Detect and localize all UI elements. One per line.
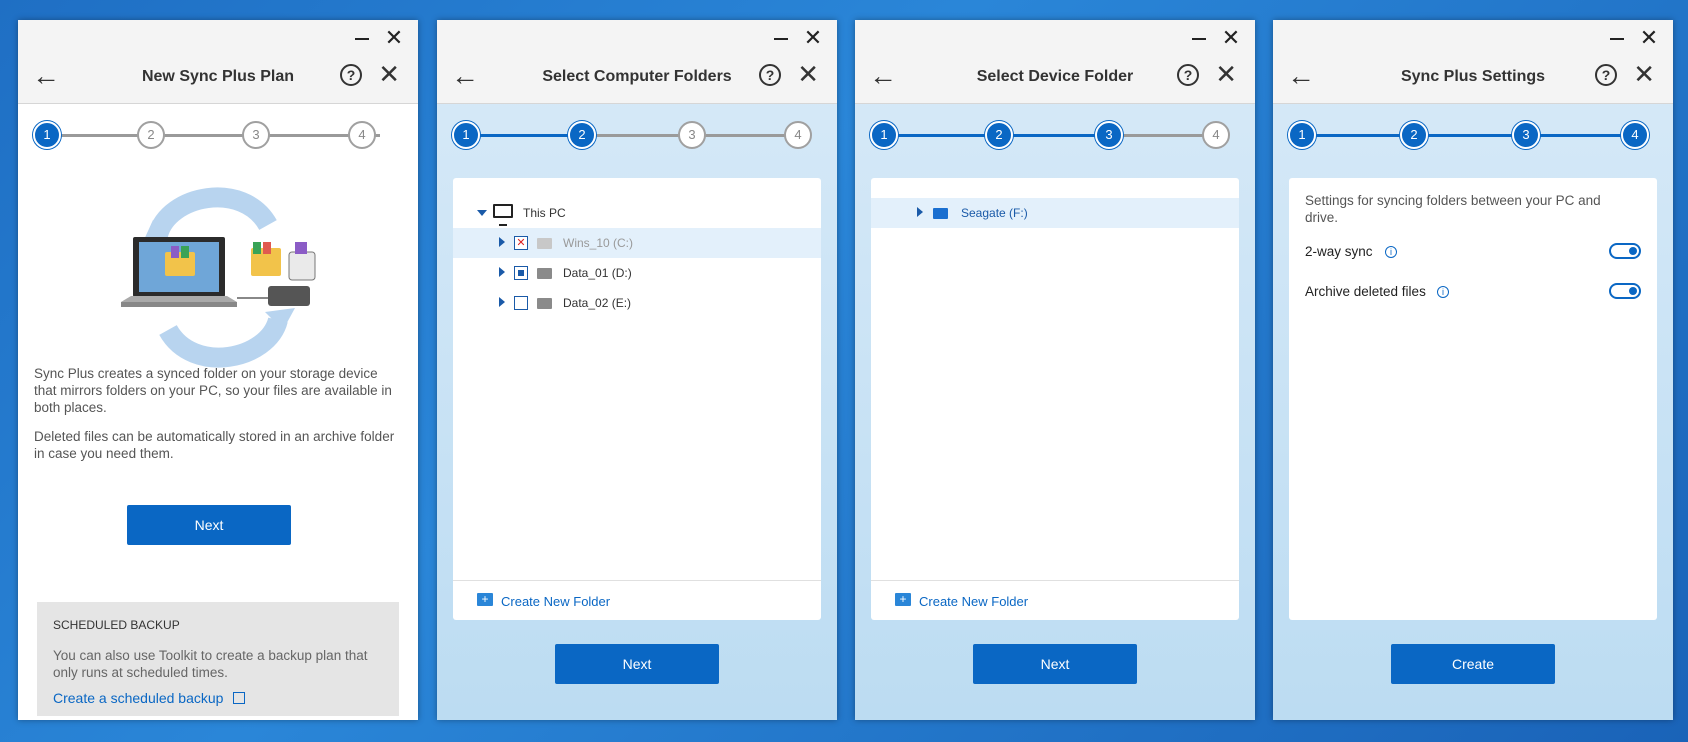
tree-device-f[interactable]: Seagate (F:) bbox=[871, 198, 1239, 228]
window-close-icon[interactable]: ✕ bbox=[801, 27, 825, 49]
caret-down-icon[interactable] bbox=[477, 210, 487, 216]
step-4: 4 bbox=[1621, 121, 1649, 149]
partial-checkbox[interactable] bbox=[514, 266, 528, 280]
folder-icon bbox=[537, 298, 552, 309]
step-3: 3 bbox=[1512, 121, 1540, 149]
create-new-folder-link[interactable]: Create New Folder bbox=[919, 594, 1028, 609]
step-track-progress bbox=[1315, 134, 1635, 137]
caret-right-icon[interactable] bbox=[917, 207, 923, 217]
info-icon[interactable]: i bbox=[1385, 246, 1397, 258]
step-3: 3 bbox=[1095, 121, 1123, 149]
panel-sync-plus-settings: ✕ ← Sync Plus Settings ? ✕ 1 2 3 4 Setti… bbox=[1273, 20, 1673, 720]
stepper: 1 2 3 4 bbox=[1273, 104, 1673, 164]
close-icon[interactable]: ✕ bbox=[1633, 60, 1655, 88]
sync-illustration bbox=[121, 187, 316, 368]
create-new-folder-link[interactable]: Create New Folder bbox=[501, 594, 610, 609]
device-label: Seagate (F:) bbox=[961, 206, 1028, 220]
window-close-icon[interactable]: ✕ bbox=[1637, 27, 1661, 49]
stepper: 1 2 3 4 bbox=[18, 104, 418, 164]
setting-2way-sync-label: 2-way sync bbox=[1305, 244, 1373, 259]
stepper: 1 2 3 4 bbox=[855, 104, 1255, 164]
help-icon[interactable]: ? bbox=[759, 64, 781, 86]
panel-new-sync-plan: ✕ ← New Sync Plus Plan ? ✕ 1 2 3 4 Sync … bbox=[18, 20, 418, 720]
scheduled-backup-link[interactable]: Create a scheduled backup bbox=[53, 690, 246, 706]
window-close-icon[interactable]: ✕ bbox=[1219, 27, 1243, 49]
card-footer: + Create New Folder bbox=[871, 580, 1239, 620]
description-2: Deleted files can be automatically store… bbox=[34, 429, 395, 461]
caret-right-icon[interactable] bbox=[499, 297, 505, 307]
checkbox[interactable] bbox=[514, 296, 528, 310]
panel-select-device-folder: ✕ ← Select Device Folder ? ✕ 1 2 3 4 Sea… bbox=[855, 20, 1255, 720]
setting-archive-label: Archive deleted files bbox=[1305, 284, 1426, 299]
step-4: 4 bbox=[1202, 121, 1230, 149]
settings-card: Settings for syncing folders between you… bbox=[1289, 178, 1657, 620]
tree-drive-d[interactable]: Data_01 (D:) bbox=[453, 258, 821, 288]
step-2: 2 bbox=[985, 121, 1013, 149]
next-button[interactable]: Next bbox=[127, 505, 291, 545]
step-2: 2 bbox=[568, 121, 596, 149]
next-button[interactable]: Next bbox=[555, 644, 719, 684]
card-footer: + Create New Folder bbox=[453, 580, 821, 620]
help-icon[interactable]: ? bbox=[1177, 64, 1199, 86]
minimize-icon[interactable] bbox=[1187, 28, 1211, 48]
new-folder-icon[interactable]: + bbox=[895, 593, 911, 606]
external-link-icon bbox=[233, 692, 246, 704]
panel-select-computer-folders: ✕ ← Select Computer Folders ? ✕ 1 2 3 4 … bbox=[437, 20, 837, 720]
device-folder-card: Seagate (F:) + Create New Folder bbox=[871, 178, 1239, 620]
description-1: Sync Plus creates a synced folder on you… bbox=[34, 366, 392, 415]
folder-icon bbox=[933, 208, 948, 219]
minimize-icon[interactable] bbox=[350, 28, 374, 48]
folder-icon bbox=[537, 238, 552, 249]
folder-icon bbox=[537, 268, 552, 279]
drive-label: Data_02 (E:) bbox=[563, 296, 632, 310]
step-1: 1 bbox=[1288, 121, 1316, 149]
drive-label: Data_01 (D:) bbox=[563, 266, 632, 280]
step-4: 4 bbox=[784, 121, 812, 149]
step-4: 4 bbox=[348, 121, 376, 149]
scheduled-link-label[interactable]: Create a scheduled backup bbox=[53, 690, 223, 706]
close-icon[interactable]: ✕ bbox=[1215, 60, 1237, 88]
scheduled-heading: SCHEDULED BACKUP bbox=[53, 618, 180, 632]
drive-label: Wins_10 (C:) bbox=[563, 236, 634, 250]
titlebar: ✕ ← Select Computer Folders ? ✕ bbox=[437, 20, 837, 104]
step-2: 2 bbox=[1400, 121, 1428, 149]
step-1: 1 bbox=[870, 121, 898, 149]
minimize-icon[interactable] bbox=[769, 28, 793, 48]
stepper: 1 2 3 4 bbox=[437, 104, 837, 164]
toggle-archive-deleted[interactable] bbox=[1609, 283, 1641, 299]
create-button[interactable]: Create bbox=[1391, 644, 1555, 684]
titlebar: ✕ ← New Sync Plus Plan ? ✕ bbox=[18, 20, 418, 104]
close-icon[interactable]: ✕ bbox=[378, 60, 400, 88]
tree-drive-e[interactable]: Data_02 (E:) bbox=[453, 288, 821, 318]
minimize-icon[interactable] bbox=[1605, 28, 1629, 48]
info-icon[interactable]: i bbox=[1437, 286, 1449, 298]
titlebar: ✕ ← Select Device Folder ? ✕ bbox=[855, 20, 1255, 104]
next-button[interactable]: Next bbox=[973, 644, 1137, 684]
tree-root-label: This PC bbox=[523, 206, 566, 220]
exclude-checkbox[interactable]: ✕ bbox=[514, 236, 528, 250]
step-1: 1 bbox=[452, 121, 480, 149]
help-icon[interactable]: ? bbox=[1595, 64, 1617, 86]
new-folder-icon[interactable]: + bbox=[477, 593, 493, 606]
close-icon[interactable]: ✕ bbox=[797, 60, 819, 88]
folder-tree-card: This PC ✕ Wins_10 (C:) Data_01 (D:) Data… bbox=[453, 178, 821, 620]
step-3: 3 bbox=[242, 121, 270, 149]
toggle-2way-sync[interactable] bbox=[1609, 243, 1641, 259]
step-3: 3 bbox=[678, 121, 706, 149]
caret-right-icon[interactable] bbox=[499, 237, 505, 247]
computer-icon bbox=[493, 204, 513, 226]
scheduled-backup-box: SCHEDULED BACKUP You can also use Toolki… bbox=[37, 602, 399, 716]
help-icon[interactable]: ? bbox=[340, 64, 362, 86]
tree-drive-c[interactable]: ✕ Wins_10 (C:) bbox=[453, 228, 821, 258]
step-2: 2 bbox=[137, 121, 165, 149]
settings-intro: Settings for syncing folders between you… bbox=[1305, 193, 1601, 225]
scheduled-text: You can also use Toolkit to create a bac… bbox=[53, 648, 368, 680]
tree-root-this-pc[interactable]: This PC bbox=[453, 198, 821, 228]
window-close-icon[interactable]: ✕ bbox=[382, 27, 406, 49]
step-track bbox=[60, 134, 380, 137]
titlebar: ✕ ← Sync Plus Settings ? ✕ bbox=[1273, 20, 1673, 104]
caret-right-icon[interactable] bbox=[499, 267, 505, 277]
step-1: 1 bbox=[33, 121, 61, 149]
